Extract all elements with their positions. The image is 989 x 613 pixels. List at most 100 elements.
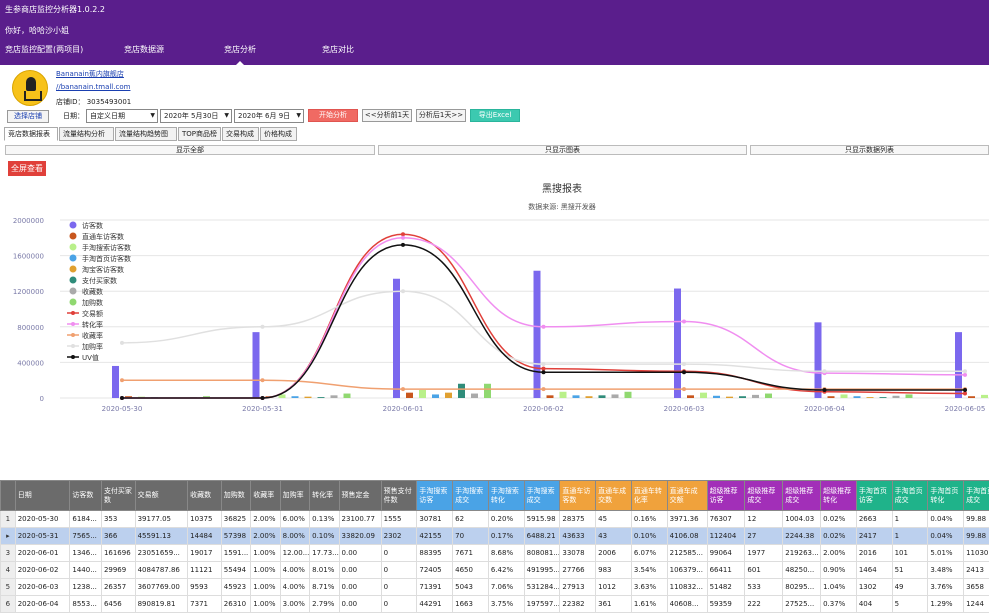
column-header[interactable]: 手淘搜索成交	[524, 481, 560, 511]
show-all-button[interactable]: 显示全部	[5, 145, 375, 155]
table-cell: 6488.21	[524, 528, 560, 545]
tab-top-products[interactable]: TOP商品榜	[178, 127, 221, 141]
column-header[interactable]: 超级推荐成交	[745, 481, 783, 511]
table-cell: 0.16%	[631, 511, 667, 528]
table-header-row: 日期访客数支付买家数交易额收藏数加购数收藏率加购率转化率预售定金预售支付件数手淘…	[1, 481, 989, 511]
column-header[interactable]: 预售支付件数	[381, 481, 417, 511]
start-analysis-button[interactable]: 开始分析	[308, 109, 358, 122]
column-header[interactable]: 超级推荐成交	[783, 481, 821, 511]
export-excel-button[interactable]: 导出Excel	[470, 109, 520, 122]
tab-traffic-structure[interactable]: 流量结构分析	[59, 127, 114, 141]
line-point-2-0	[120, 378, 124, 382]
table-row[interactable]: 52020-06-031238...263573607769.009593459…	[1, 579, 989, 596]
column-header[interactable]: 手淘搜索转化	[488, 481, 524, 511]
table-cell: 48250...	[783, 562, 821, 579]
table-row[interactable]: 12020-05-306184...35339177.0510375368252…	[1, 511, 989, 528]
bar-2-4	[700, 393, 707, 398]
table-row[interactable]: 42020-06-021440...299694084787.861112155…	[1, 562, 989, 579]
tab-traffic-trend[interactable]: 流量结构趋势图	[115, 127, 177, 141]
table-cell: 4.00%	[280, 579, 309, 596]
show-list-only-button[interactable]: 只显示数据列表	[750, 145, 989, 155]
legend-label-5: 支付买家数	[82, 276, 117, 285]
table-cell: 7.06%	[488, 579, 524, 596]
table-cell: 57398	[221, 528, 250, 545]
x-tick-label: 2020-06-01	[383, 405, 424, 413]
column-header[interactable]: 手淘首页成交	[964, 481, 989, 511]
legend-label-10: 收藏率	[82, 331, 103, 340]
show-chart-only-button[interactable]: 只显示图表	[378, 145, 747, 155]
column-header[interactable]: 手淘搜索成交	[453, 481, 489, 511]
y-tick-label: 1600000	[13, 253, 44, 261]
menu-shop-analysis[interactable]: 竞店分析	[224, 44, 256, 55]
tab-trade-composition[interactable]: 交易构成	[222, 127, 259, 141]
start-date-picker[interactable]: 2020年 5月30日▼	[160, 109, 232, 123]
column-header[interactable]: 直通车访客数	[560, 481, 596, 511]
legend-label-8: 交易额	[82, 309, 103, 318]
next-day-button[interactable]: 分析后1天>>	[416, 109, 466, 122]
table-row[interactable]: 32020-06-011346...16169623051659...19017…	[1, 545, 989, 562]
bar-3-5	[854, 396, 861, 398]
table-cell: 366	[101, 528, 135, 545]
legend-swatch-dot-8	[71, 311, 75, 315]
user-greeting: 你好，哈哈沙小姐	[5, 25, 69, 36]
row-number-header	[1, 481, 16, 511]
legend-swatch-7	[70, 299, 77, 306]
fullscreen-button[interactable]: 全屏查看	[8, 161, 46, 176]
bar-5-3	[599, 395, 606, 398]
column-header[interactable]: 直通车成交额	[667, 481, 707, 511]
table-cell: 76307	[707, 511, 745, 528]
table-cell: 219263...	[783, 545, 821, 562]
select-shop-button[interactable]: 选择店铺	[7, 110, 49, 123]
column-header[interactable]: 手淘首页访客	[856, 481, 892, 511]
table-cell: 3658	[964, 579, 989, 596]
column-header[interactable]: 手淘搜索访客	[417, 481, 453, 511]
bar-7-3	[625, 392, 632, 398]
column-header[interactable]: 预售定金	[339, 481, 381, 511]
column-header[interactable]: 直通车成交数	[596, 481, 632, 511]
menu-monitor-config[interactable]: 竞店监控配置(两项目)	[5, 44, 83, 55]
menu-shop-compare[interactable]: 竞店对比	[322, 44, 354, 55]
column-header[interactable]: 直通车转化率	[631, 481, 667, 511]
range-type-select[interactable]: 自定义日期▼	[86, 109, 158, 123]
column-header[interactable]: 收藏率	[251, 481, 280, 511]
table-cell: 49	[892, 579, 928, 596]
column-header[interactable]: 超级推荐转化	[821, 481, 857, 511]
column-header[interactable]: 加购数	[221, 481, 250, 511]
table-cell: 45	[596, 511, 632, 528]
column-header[interactable]: 收藏数	[188, 481, 222, 511]
chart-subtitle: 数据来源: 黑搜开发器	[528, 202, 596, 211]
prev-day-button[interactable]: <<分析前1天	[362, 109, 412, 122]
line-point-1-2	[401, 236, 405, 240]
tab-price-composition[interactable]: 价格构成	[260, 127, 297, 141]
shop-name-link[interactable]: Bananain蕉内旗舰店	[56, 69, 124, 79]
table-cell: 0.02%	[821, 511, 857, 528]
tab-shop-report[interactable]: 竞店数据报表	[4, 127, 58, 141]
table-cell: 4650	[453, 562, 489, 579]
shop-id-label: 店铺ID：	[56, 98, 84, 106]
table-cell: 9593	[188, 579, 222, 596]
legend-label-1: 直通车访客数	[82, 232, 124, 241]
table-cell: 8.01%	[310, 562, 339, 579]
table-cell: 2.00%	[251, 511, 280, 528]
table-cell: 45591.13	[135, 528, 188, 545]
column-header[interactable]: 支付买家数	[101, 481, 135, 511]
column-header[interactable]: 超级推荐访客	[707, 481, 745, 511]
table-cell: 1977	[745, 545, 783, 562]
column-header[interactable]: 交易额	[135, 481, 188, 511]
legend-label-11: 加购率	[82, 342, 103, 351]
shop-id: 店铺ID： 3035493001	[56, 97, 131, 107]
end-date-picker[interactable]: 2020年 6月 9日▼	[234, 109, 304, 123]
shop-url-link[interactable]: //bananain.tmall.com	[56, 83, 130, 91]
date-label: 日期：	[63, 111, 84, 121]
column-header[interactable]: 手淘首页成交	[892, 481, 928, 511]
column-header[interactable]: 加购率	[280, 481, 309, 511]
column-header[interactable]: 日期	[15, 481, 70, 511]
column-header[interactable]: 手淘首页转化	[928, 481, 964, 511]
column-header[interactable]: 访客数	[70, 481, 102, 511]
table-cell: 2413	[964, 562, 989, 579]
table-row[interactable]: ▸2020-05-317565...36645591.1314484573982…	[1, 528, 989, 545]
column-header[interactable]: 转化率	[310, 481, 339, 511]
line-point-4-0	[120, 396, 124, 400]
menu-data-source[interactable]: 竞店数据源	[124, 44, 164, 55]
table-cell: 0.10%	[310, 528, 339, 545]
